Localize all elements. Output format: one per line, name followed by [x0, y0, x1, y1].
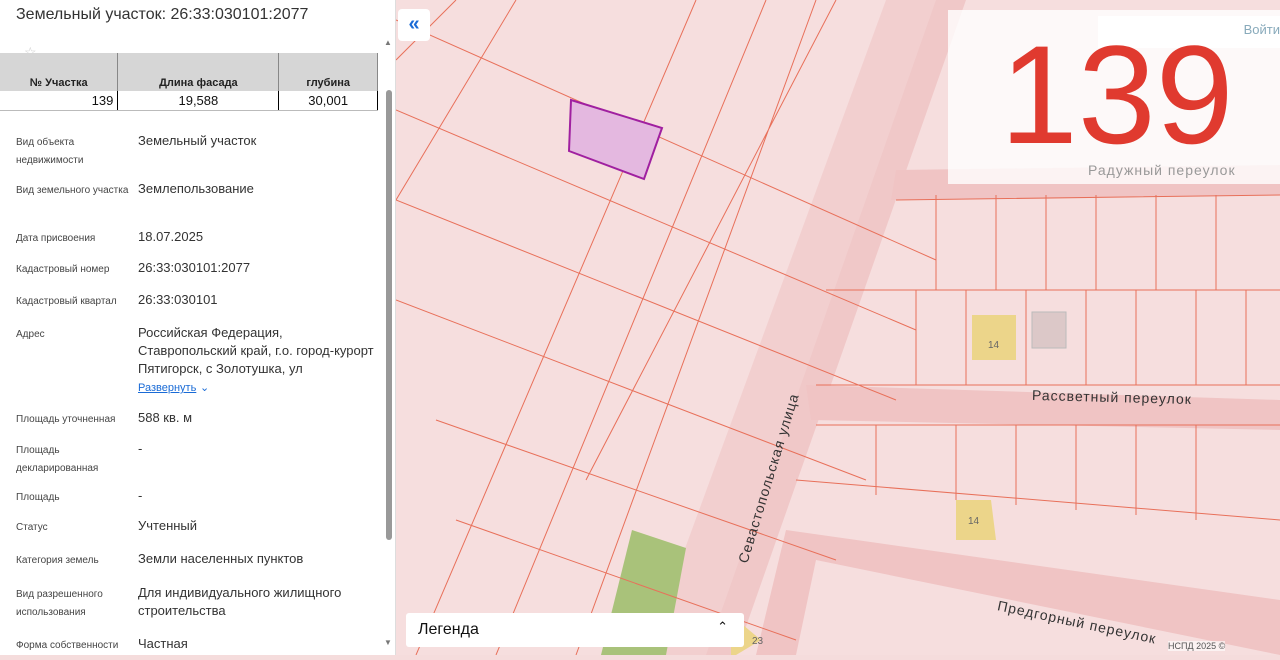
table-cell: 139 [0, 91, 119, 111]
property-value: 18.07.2025 [138, 229, 204, 244]
scroll-up-icon[interactable]: ▲ [384, 38, 392, 47]
property-label: Площадь [16, 492, 60, 503]
plot-number-label: 139 [1000, 16, 1234, 173]
panel-title: Земельный участок: 26:33:030101:2077 [16, 6, 309, 23]
property-value: - [138, 441, 143, 456]
house-number: 14 [988, 340, 1000, 351]
property-label: Дата присвоения [16, 233, 96, 244]
copyright: НСПД 2025 © [1168, 641, 1226, 651]
legend-label: Легенда [418, 621, 479, 638]
property-label: Вид объекта недвижимости [16, 137, 84, 166]
chevron-down-icon[interactable]: ⌄ [200, 382, 209, 394]
table-cell: 30,001 [278, 91, 378, 111]
plot-dimensions-table: № Участка Длина фасада глубина 139 19,588 30… [0, 53, 378, 111]
table-header: № Участка [0, 53, 119, 91]
property-value: Частная [138, 636, 188, 651]
property-value: Для индивидуального жилищного строительс… [138, 585, 342, 618]
property-row: Адрес Российская Федерация, Ставропольски… [16, 324, 376, 397]
property-value: 26:33:030101 [138, 292, 218, 307]
property-label: Категория земель [16, 555, 99, 566]
property-value: - [138, 488, 143, 503]
scrollbar[interactable] [386, 90, 392, 540]
property-label: Статус [16, 522, 48, 533]
property-label: Форма собственности [16, 640, 119, 651]
property-value: Земли населенных пунктов [138, 551, 304, 566]
property-row: Площадь - [16, 487, 376, 507]
property-row: Категория земель Земли населенных пунктов [16, 550, 376, 570]
property-value: Землепользование [138, 181, 254, 196]
property-label: Площадь декларированная [16, 445, 99, 474]
property-value: 588 кв. м [138, 410, 193, 425]
expand-link[interactable]: Развернуть [138, 382, 196, 394]
property-row: Статус Учтенный [16, 517, 376, 537]
property-label: Адрес [16, 329, 45, 340]
street-label: Радужный переулок [1088, 162, 1236, 178]
property-row: Вид объекта недвижимости Земельный участо… [16, 132, 376, 170]
legend-select[interactable]: Легенда ⌃ [406, 613, 744, 647]
property-label: Вид разрешенного использования [16, 589, 103, 618]
info-panel: Земельный участок: 26:33:030101:2077 ☆ №… [0, 0, 396, 655]
property-value: Российская Федерация, Ставропольский кра… [138, 325, 374, 376]
property-label: Кадастровый номер [16, 264, 110, 275]
property-row: Кадастровый квартал 26:33:030101 [16, 291, 376, 311]
property-row: Вид земельного участка Землепользование [16, 180, 376, 200]
property-label: Вид земельного участка [16, 185, 129, 196]
property-row: Площадь уточненная 588 кв. м [16, 409, 376, 429]
property-value: Земельный участок [138, 133, 257, 148]
property-row: Площадь декларированная - [16, 440, 376, 478]
table-header: глубина [278, 53, 378, 91]
scroll-down-icon[interactable]: ▼ [384, 638, 392, 647]
property-row: Кадастровый номер 26:33:030101:2077 [16, 259, 376, 279]
property-value: 26:33:030101:2077 [138, 260, 251, 275]
property-label: Площадь уточненная [16, 414, 116, 425]
house-number: 23 [752, 636, 764, 647]
property-row: Дата присвоения 18.07.2025 [16, 228, 376, 248]
chevron-updown-icon: ⌃ [717, 619, 728, 634]
table-header: Длина фасада [117, 53, 280, 91]
property-row: Вид разрешенного использования Для индиви… [16, 584, 376, 622]
table-cell: 19,588 [117, 91, 280, 111]
property-value: Учтенный [138, 518, 198, 533]
collapse-panel-button[interactable]: « [398, 9, 430, 41]
house-number: 14 [968, 516, 980, 527]
property-label: Кадастровый квартал [16, 296, 117, 307]
property-row: Форма собственности Частная [16, 635, 376, 655]
